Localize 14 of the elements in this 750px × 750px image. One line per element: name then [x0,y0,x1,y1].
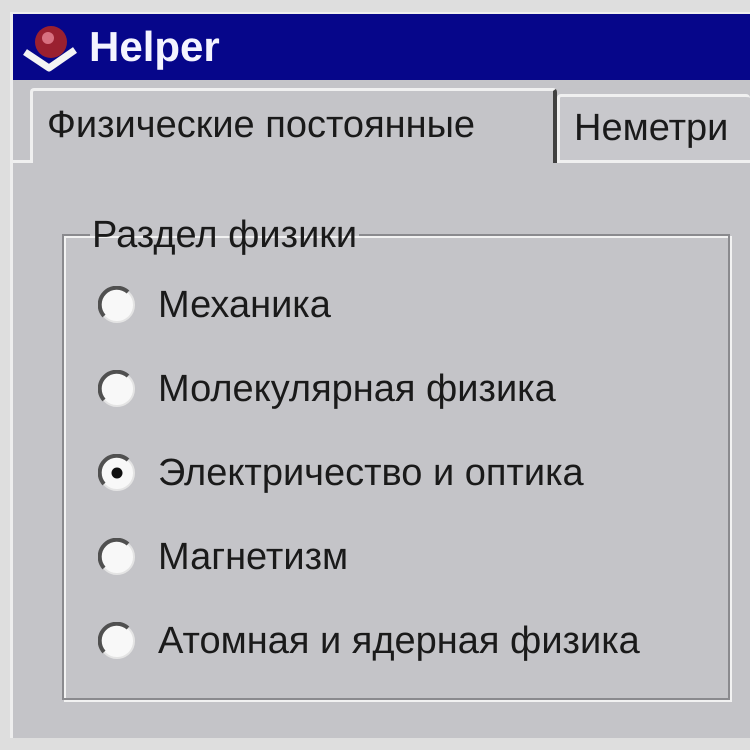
tab[interactable]: Физические постоянные [30,88,557,163]
radio-icon[interactable] [98,454,136,492]
group-title: Раздел физики [91,215,358,255]
radio-option[interactable]: Магнетизм [98,515,348,599]
radio-icon[interactable] [98,286,136,324]
radio-icon[interactable] [98,622,136,660]
radio-option[interactable]: Механика [98,263,331,347]
radio-icon[interactable] [98,370,136,408]
radio-icon[interactable] [98,538,136,576]
tab[interactable]: Неметри [557,94,750,160]
radio-option[interactable]: Молекулярная физика [98,347,556,431]
window-title: Helper [89,26,220,68]
radio-option[interactable]: Электричество и оптика [98,431,584,515]
radio-option[interactable]: Атомная и ядерная физика [98,599,640,683]
